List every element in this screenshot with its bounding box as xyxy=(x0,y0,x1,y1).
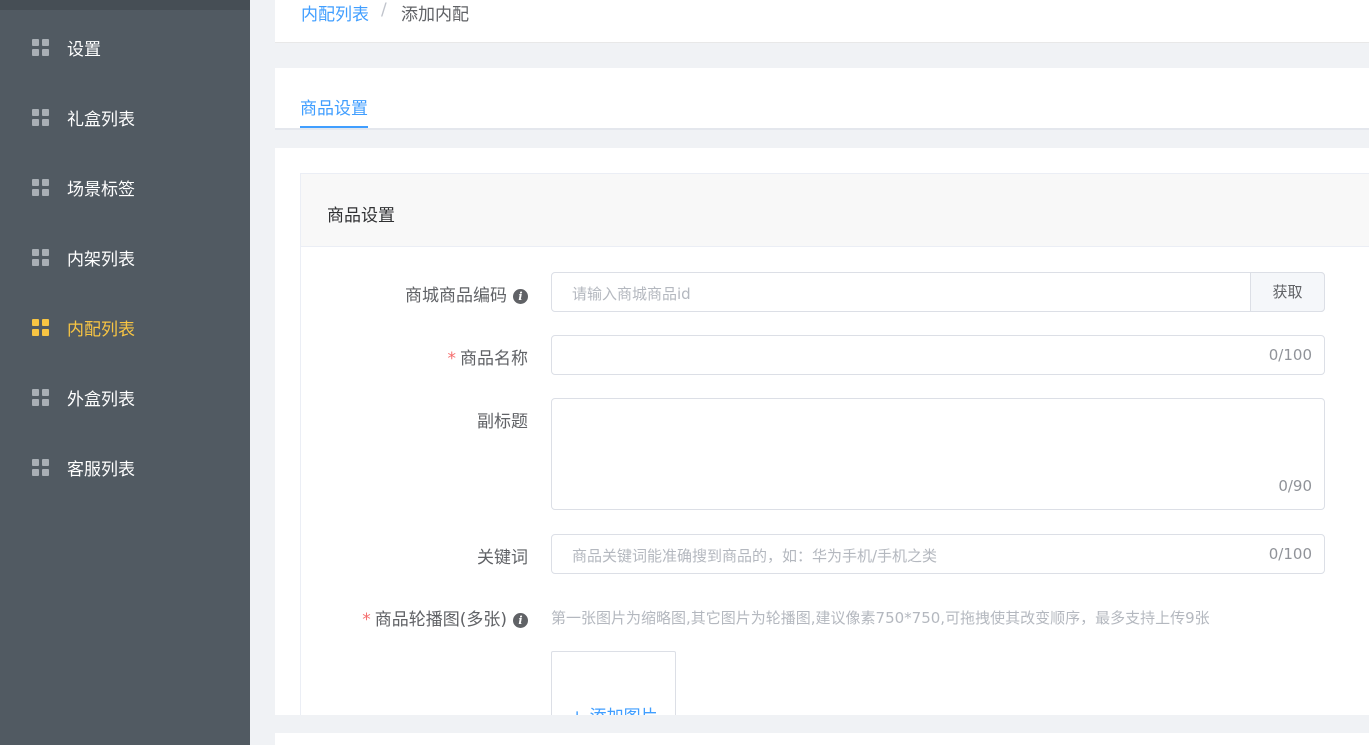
product-code-placeholder: 请输入商城商品id xyxy=(572,285,691,303)
product-code-label: 商城商品编码 i xyxy=(405,281,528,306)
product-name-char-count: 0/100 xyxy=(1268,346,1312,364)
product-code-label-text: 商城商品编码 xyxy=(405,286,507,306)
tab-bar: 商品设置 xyxy=(275,68,1369,130)
info-icon[interactable]: i xyxy=(513,289,528,304)
main-content: 商品设置 商城商品编码 i 请输入商城商品id 获取 * 商品名称 0/100 副标… xyxy=(275,148,1369,715)
sidebar: 设置 礼盒列表 场景标签 内架列表 内配列表 外盒列表 客服列表 xyxy=(0,0,250,745)
keywords-char-count: 0/100 xyxy=(1268,545,1312,563)
product-name-label-text: 商品名称 xyxy=(460,349,528,369)
grid-icon xyxy=(32,459,49,476)
product-settings-card: 商品设置 商城商品编码 i 请输入商城商品id 获取 * 商品名称 0/100 副标… xyxy=(300,173,1369,715)
sidebar-item-customer-service-list[interactable]: 客服列表 xyxy=(0,432,250,502)
form-row-keywords-label: 关键词 xyxy=(301,534,528,574)
required-mark: * xyxy=(362,610,371,630)
keywords-placeholder: 商品关键词能准确搜到商品的，如：华为手机/手机之类 xyxy=(572,547,938,565)
keywords-input[interactable]: 商品关键词能准确搜到商品的，如：华为手机/手机之类 0/100 xyxy=(551,534,1325,574)
carousel-hint: 第一张图片为缩略图,其它图片为轮播图,建议像素750*750,可拖拽使其改变顺序… xyxy=(551,609,1210,627)
sidebar-item-label: 客服列表 xyxy=(67,459,135,480)
info-icon[interactable]: i xyxy=(513,613,528,628)
carousel-label-text: 商品轮播图(多张) xyxy=(374,610,507,630)
product-name-input[interactable]: 0/100 xyxy=(551,335,1325,375)
add-image-button[interactable]: + 添加图片 xyxy=(551,651,676,715)
product-name-label: * 商品名称 xyxy=(448,344,529,369)
grid-icon xyxy=(32,389,49,406)
fetch-button[interactable]: 获取 xyxy=(1250,272,1325,312)
sidebar-topbar xyxy=(0,0,250,10)
sidebar-item-outer-box-list[interactable]: 外盒列表 xyxy=(0,362,250,432)
sidebar-item-label: 内配列表 xyxy=(67,319,135,340)
carousel-label: * 商品轮播图(多张) i xyxy=(362,605,528,630)
breadcrumb-parent-link[interactable]: 内配列表 xyxy=(301,0,369,25)
breadcrumb: 内配列表 / 添加内配 xyxy=(275,0,1369,43)
card-title: 商品设置 xyxy=(327,206,395,226)
keywords-label: 关键词 xyxy=(477,548,528,568)
subtitle-label: 副标题 xyxy=(477,412,528,432)
sidebar-item-inner-config-list[interactable]: 内配列表 xyxy=(0,292,250,362)
form-row-carousel-label: * 商品轮播图(多张) i xyxy=(301,597,528,637)
card-header: 商品设置 xyxy=(301,174,1369,247)
tab-product-settings[interactable]: 商品设置 xyxy=(300,94,368,128)
add-image-label: + 添加图片 xyxy=(570,702,658,715)
subtitle-textarea[interactable]: 0/90 xyxy=(551,398,1325,510)
grid-icon xyxy=(32,319,49,336)
form-row-subtitle-label: 副标题 xyxy=(301,398,528,438)
sidebar-item-label: 场景标签 xyxy=(67,179,135,200)
subtitle-char-count: 0/90 xyxy=(1278,477,1312,495)
sidebar-item-label: 内架列表 xyxy=(67,249,135,270)
grid-icon xyxy=(32,39,49,56)
sidebar-item-label: 外盒列表 xyxy=(67,389,135,410)
grid-icon xyxy=(32,249,49,266)
form-row-product-code-label: 商城商品编码 i xyxy=(301,272,528,312)
footer-panel xyxy=(275,733,1369,745)
form-row-product-name-label: * 商品名称 xyxy=(301,335,529,375)
grid-icon xyxy=(32,179,49,196)
sidebar-item-settings[interactable]: 设置 xyxy=(0,12,250,82)
grid-icon xyxy=(32,109,49,126)
required-mark: * xyxy=(447,349,457,369)
product-code-input[interactable]: 请输入商城商品id 获取 xyxy=(551,272,1325,312)
sidebar-item-gift-box-list[interactable]: 礼盒列表 xyxy=(0,82,250,152)
breadcrumb-current: 添加内配 xyxy=(401,5,469,25)
sidebar-item-scene-tags[interactable]: 场景标签 xyxy=(0,152,250,222)
breadcrumb-separator: / xyxy=(381,0,387,20)
sidebar-item-inner-shelf-list[interactable]: 内架列表 xyxy=(0,222,250,292)
sidebar-item-label: 设置 xyxy=(67,39,101,60)
sidebar-item-label: 礼盒列表 xyxy=(67,109,135,130)
